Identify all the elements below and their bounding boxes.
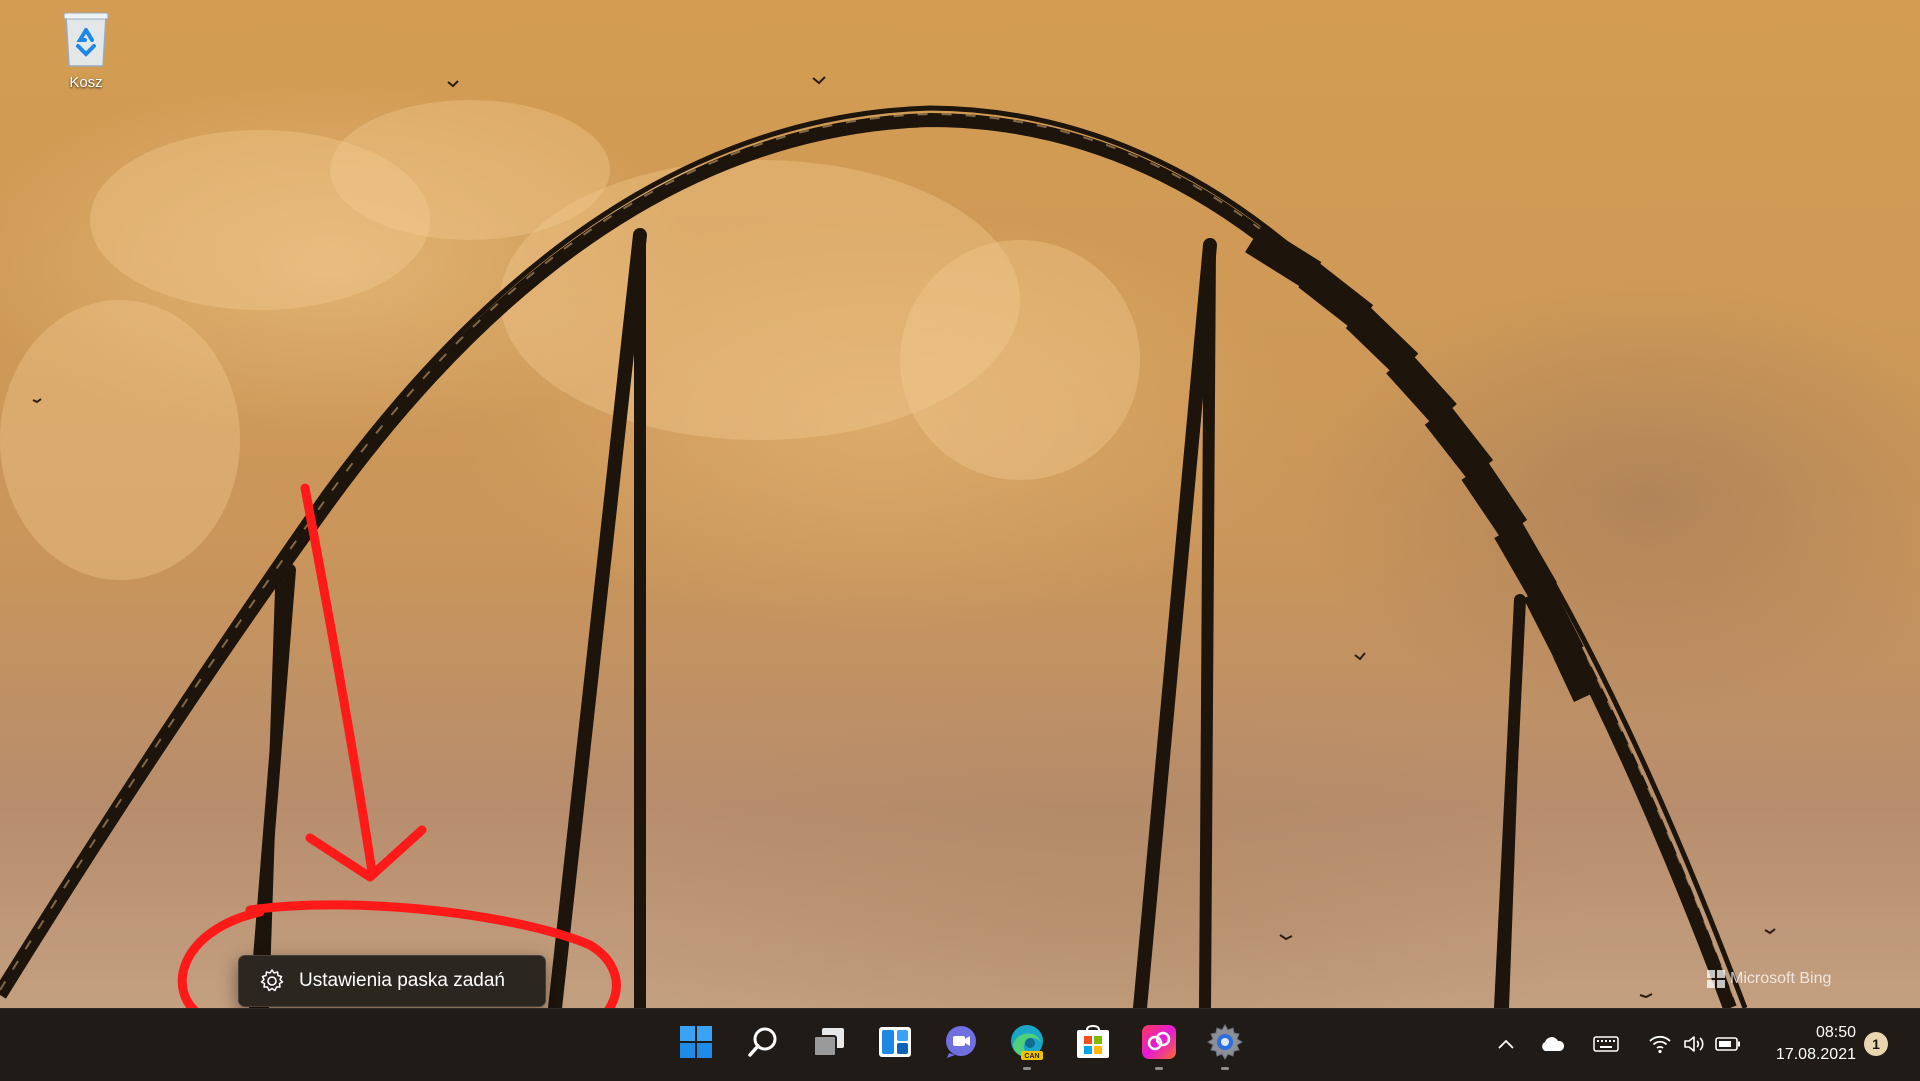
chat-button[interactable] (933, 1016, 989, 1072)
store-icon (1075, 1024, 1111, 1065)
edge-canary-icon: CAN (1008, 1023, 1046, 1066)
watermark-text: Microsoft Bing (1730, 970, 1832, 987)
widgets-icon (878, 1025, 912, 1064)
search-icon (746, 1025, 780, 1064)
desktop-icon-label: Kosz (69, 74, 103, 91)
bing-watermark: Microsoft Bing (1707, 970, 1831, 988)
recycle-bin-icon (60, 10, 112, 68)
creative-cloud-button[interactable] (1131, 1016, 1187, 1072)
system-tray (1489, 1008, 1745, 1080)
menu-item-label: Ustawienia paska zadań (299, 970, 505, 991)
clock-date: 17.08.2021 (1775, 1046, 1856, 1063)
running-indicator (1155, 1067, 1163, 1070)
battery-icon[interactable] (1711, 1027, 1745, 1061)
chevron-up-icon[interactable] (1489, 1027, 1523, 1061)
microsoft-store-button[interactable] (1065, 1016, 1121, 1072)
windows-start-icon (679, 1025, 713, 1064)
task-view-icon (811, 1025, 847, 1064)
search-button[interactable] (735, 1016, 791, 1072)
start-button[interactable] (668, 1016, 724, 1072)
running-indicator (1221, 1067, 1229, 1070)
canary-badge-text: CAN (1024, 1053, 1039, 1060)
taskbar-clock[interactable]: 08:50 17.08.2021 (1756, 1022, 1856, 1066)
desktop-icon-recycle-bin[interactable]: Kosz (50, 10, 122, 91)
clock-time: 08:50 (1815, 1024, 1856, 1041)
keyboard-icon[interactable] (1589, 1027, 1623, 1061)
running-indicator (1023, 1067, 1031, 1070)
wifi-icon[interactable] (1643, 1027, 1677, 1061)
chat-icon (943, 1025, 979, 1064)
onedrive-cloud-icon[interactable] (1535, 1027, 1569, 1061)
settings-button[interactable] (1197, 1016, 1253, 1072)
settings-icon (1206, 1023, 1244, 1066)
task-view-button[interactable] (801, 1016, 857, 1072)
taskbar-settings-menu-item[interactable]: Ustawienia paska zadań (238, 955, 546, 1007)
creative-cloud-icon (1141, 1024, 1177, 1065)
microsoft-logo-icon (1707, 970, 1725, 988)
widgets-button[interactable] (867, 1016, 923, 1072)
gear-icon (259, 968, 285, 994)
edge-canary-button[interactable]: CAN (999, 1016, 1055, 1072)
notification-badge[interactable]: 1 (1864, 1032, 1888, 1056)
volume-icon[interactable] (1677, 1027, 1711, 1061)
wallpaper-roller-coaster (0, 76, 1776, 1008)
